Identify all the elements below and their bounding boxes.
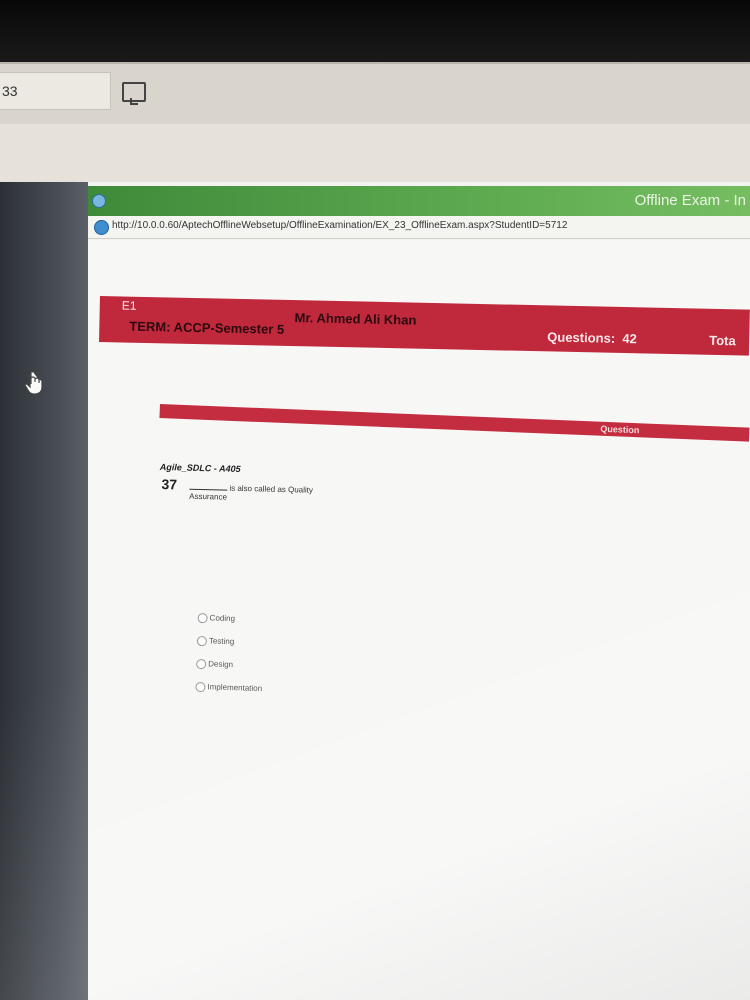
option-label: Testing [208, 636, 235, 647]
option-label: Implementation [207, 682, 263, 694]
taskbar-item-label: 33 [2, 83, 18, 99]
question-text-line1: is also called as Quality [229, 483, 314, 495]
instructor-name: Mr. Ahmed Ali Khan [294, 310, 417, 328]
monitor-bezel [0, 0, 750, 70]
window-title: Offline Exam - In [634, 192, 746, 209]
left-background [0, 182, 88, 1000]
option-label: Design [208, 659, 234, 670]
answer-options: Coding Testing Design Implementation [195, 606, 265, 700]
exam-header: E1 TERM: ACCP-Semester 5 Mr. Ahmed Ali K… [99, 296, 750, 356]
question-text-line2: Assurance [189, 491, 228, 502]
option-design[interactable]: Design [196, 652, 263, 677]
desktop-strip [0, 124, 750, 182]
question-header-bar: Question [159, 404, 750, 442]
ie-page-icon [94, 220, 109, 235]
questions-label: Questions: [547, 329, 616, 346]
fill-blank [189, 488, 228, 491]
option-label: Coding [209, 613, 236, 624]
exam-code: E1 [121, 298, 137, 313]
radio-button[interactable] [197, 612, 208, 623]
radio-button[interactable] [196, 635, 208, 646]
browser-window: Offline Exam - In http://10.0.0.60/Aptec… [88, 182, 750, 1000]
radio-button[interactable] [195, 681, 206, 692]
option-testing[interactable]: Testing [196, 629, 264, 654]
question-header-label: Question [600, 423, 640, 436]
hand-cursor-icon [24, 371, 43, 395]
url-text[interactable]: http://10.0.0.60/AptechOfflineWebsetup/O… [112, 220, 567, 231]
question-text: is also called as Quality Assurance [189, 483, 369, 505]
taskbar: 33 [0, 62, 750, 126]
browser-icon [92, 194, 106, 208]
questions-count: Questions: 42 [547, 329, 637, 346]
total-label: Tota [709, 332, 736, 349]
question-number: 37 [161, 476, 178, 493]
address-bar[interactable]: http://10.0.0.60/AptechOfflineWebsetup/O… [88, 216, 750, 239]
exam-term: TERM: ACCP-Semester 5 [129, 318, 285, 337]
taskbar-item[interactable]: 33 [0, 72, 111, 110]
question-body: Agile_SDLC - A405 37 is also called as Q… [159, 462, 460, 502]
option-implementation[interactable]: Implementation [195, 675, 262, 700]
option-coding[interactable]: Coding [197, 606, 264, 631]
questions-value: 42 [622, 330, 637, 347]
show-desktop-icon[interactable] [122, 82, 146, 105]
page-content: E1 TERM: ACCP-Semester 5 Mr. Ahmed Ali K… [88, 240, 750, 1000]
question-subject: Agile_SDLC - A405 [159, 462, 241, 474]
radio-button[interactable] [196, 658, 207, 669]
window-titlebar[interactable]: Offline Exam - In [88, 186, 750, 216]
